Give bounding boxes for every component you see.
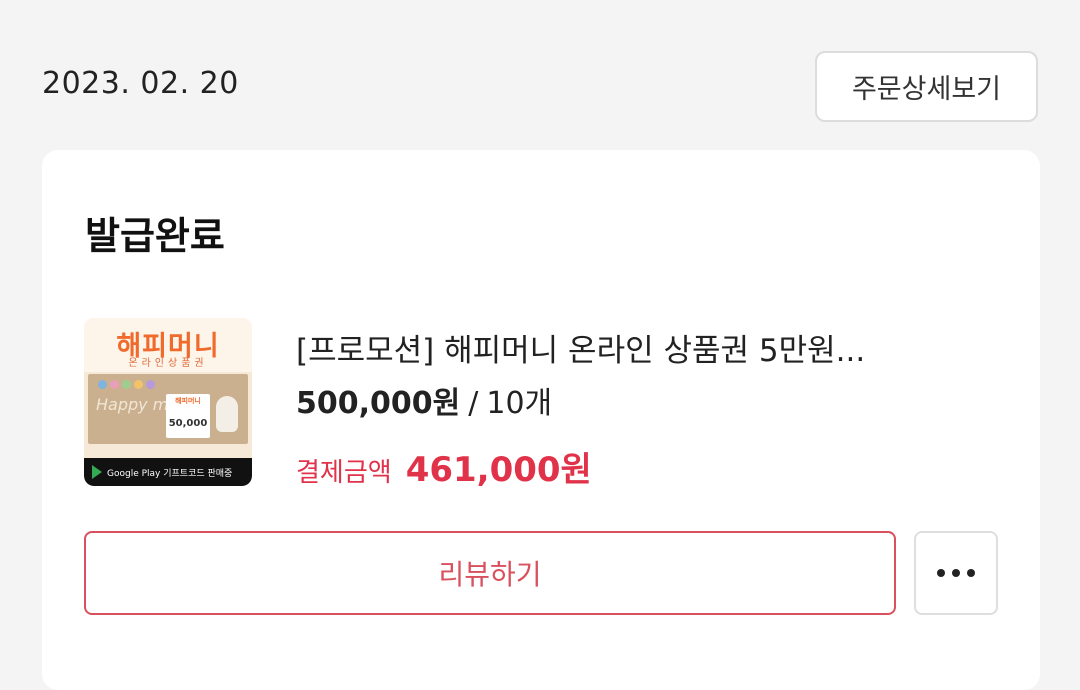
order-card: 발급완료 해피머니 온라인상품권 Happy money 해피머니 50,000… [42,150,1040,690]
thumbnail-subtitle: 온라인상품권 [128,358,208,369]
product-quantity: 10개 [486,386,553,421]
product-price: 500,000원 [296,386,461,421]
more-dot-icon [967,569,975,577]
product-name[interactable]: [프로모션] 해피머니 온라인 상품권 5만원... [296,325,996,370]
thumbnail-dots [98,380,155,389]
order-date: 2023. 02. 20 [42,66,239,101]
google-play-badge-text: Google Play 기프트코드 판매중 [107,468,233,479]
google-play-icon [92,465,102,479]
more-options-button[interactable] [914,531,998,615]
payment-line: 결제금액 461,000원 [296,442,592,491]
google-play-badge: Google Play 기프트코드 판매중 [84,458,252,486]
price-line: 500,000원/10개 [296,378,552,422]
review-button[interactable]: 리뷰하기 [84,531,896,615]
payment-label: 결제금액 [296,458,392,488]
thumbnail-card-title: 해피머니 [175,397,201,405]
order-detail-button[interactable]: 주문상세보기 [815,51,1038,122]
product-thumbnail[interactable]: 해피머니 온라인상품권 Happy money 해피머니 50,000 Goog… [84,318,252,486]
payment-amount: 461,000원 [405,450,592,490]
thumbnail-giftcard: 해피머니 50,000 [166,394,210,438]
thumbnail-banner: Happy money 해피머니 50,000 [88,374,248,444]
price-separator: / [468,386,479,421]
thumbnail-card-amount: 50,000 [168,418,208,429]
more-dot-icon [952,569,960,577]
order-status: 발급완료 [85,214,225,258]
more-dot-icon [937,569,945,577]
character-icon [216,396,238,432]
